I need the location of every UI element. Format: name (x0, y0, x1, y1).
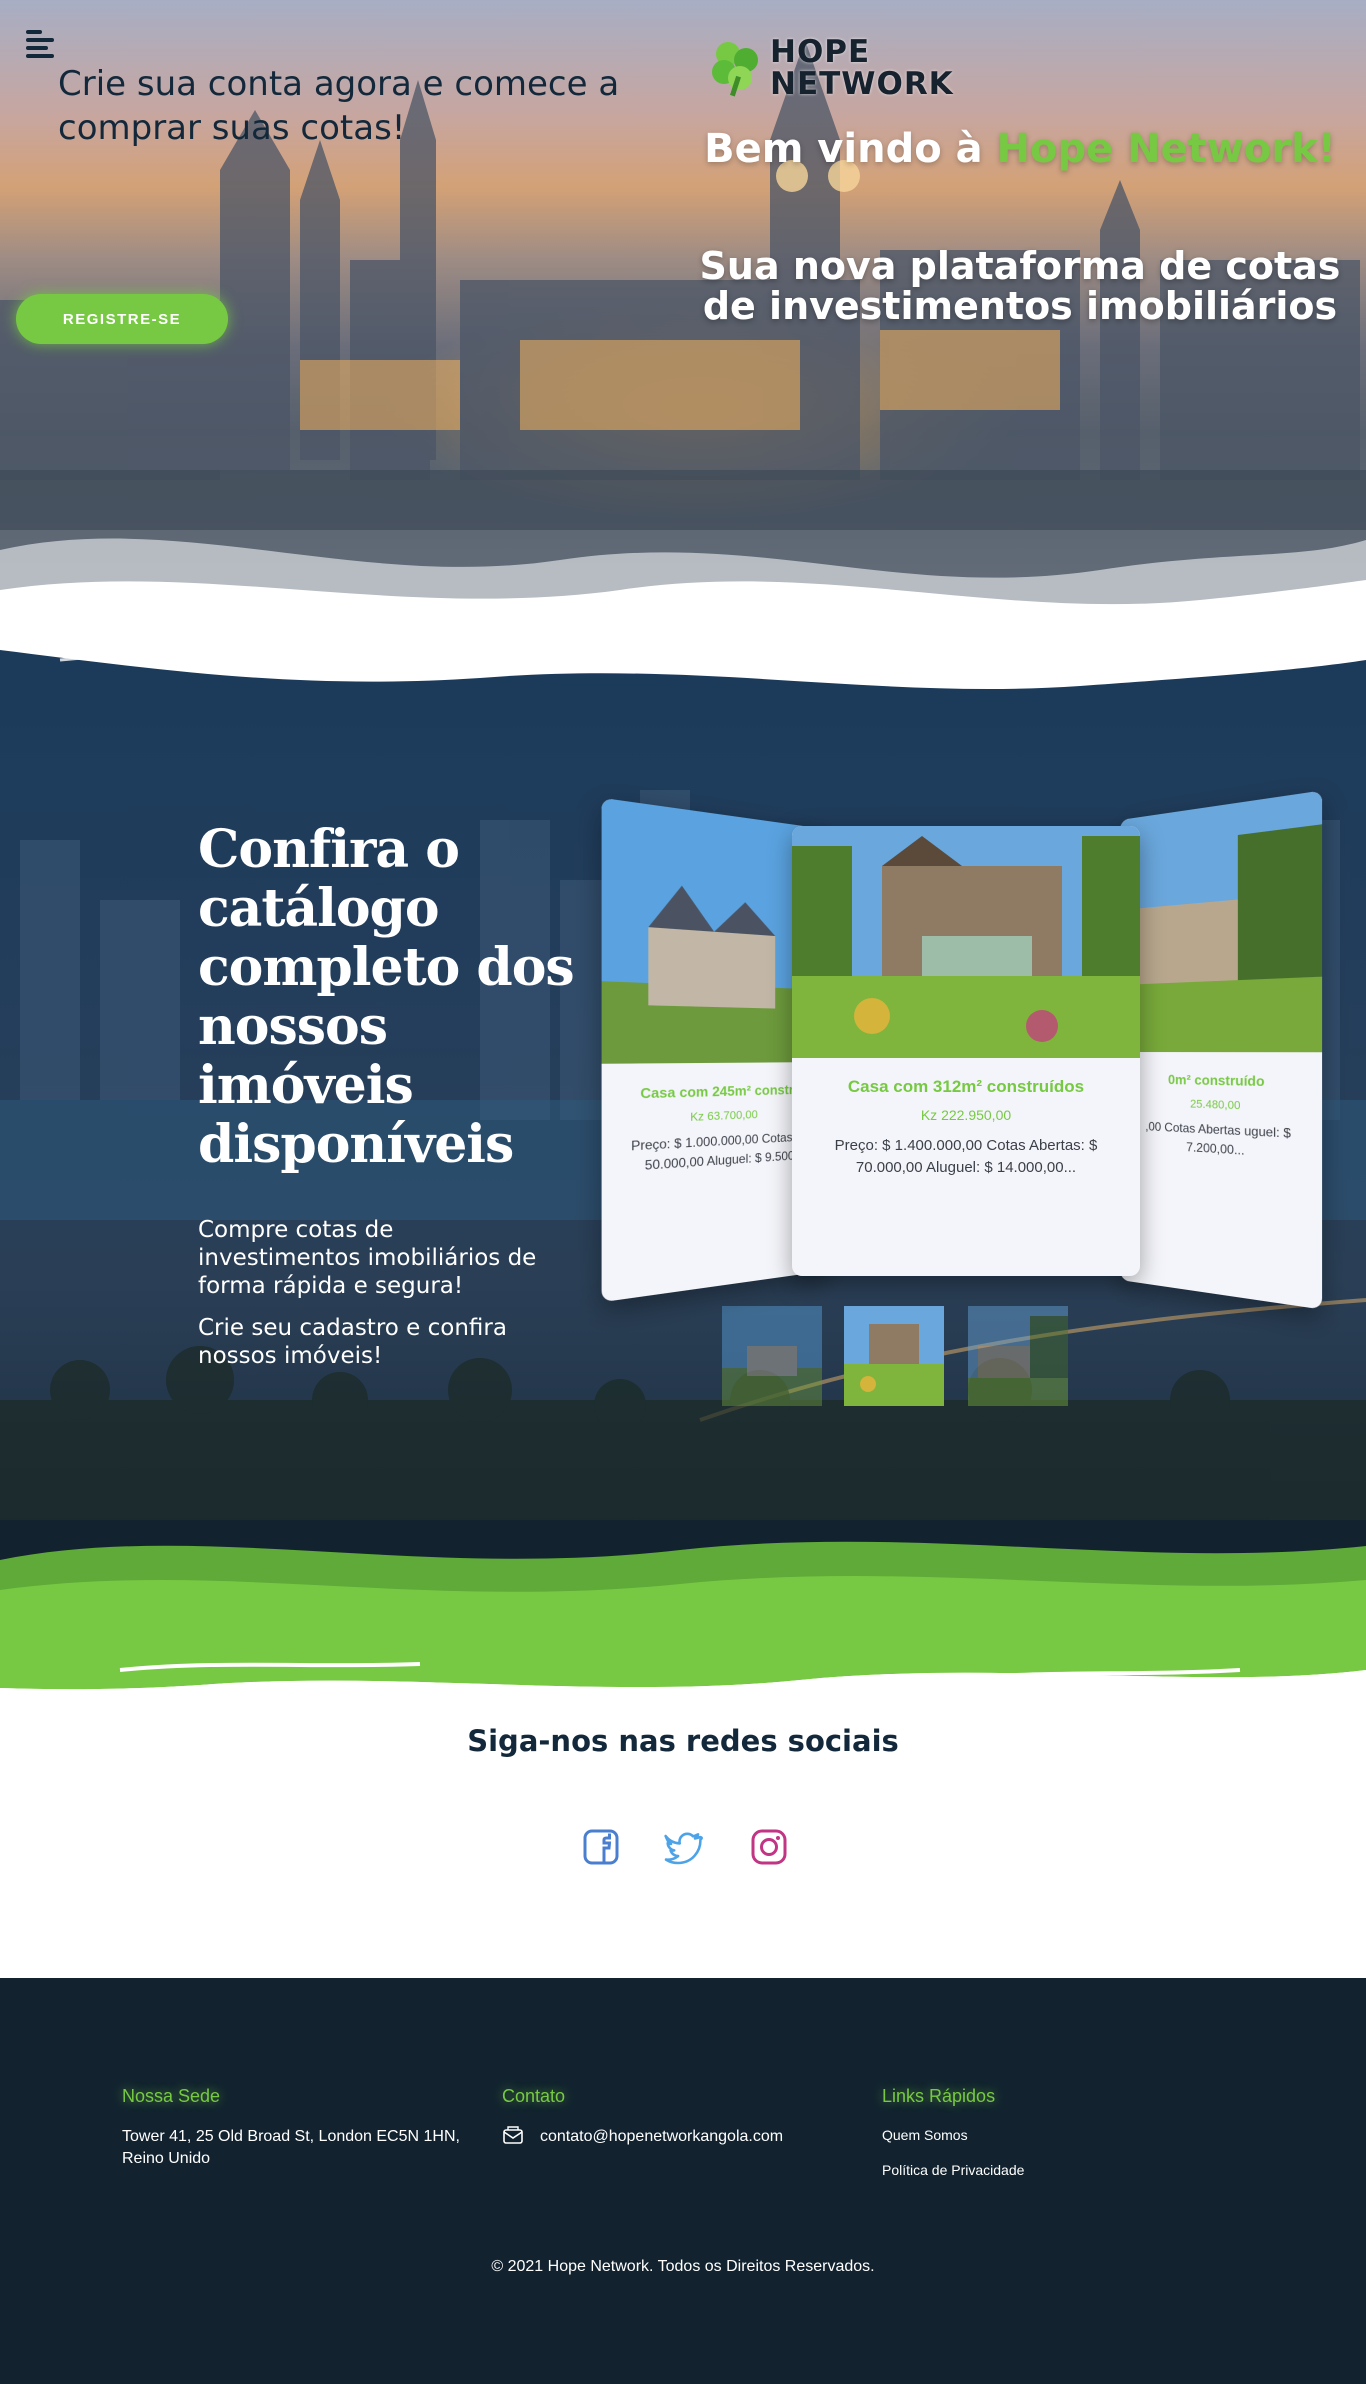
catalog-section: Confira o catálogo completo dos nossos i… (0, 700, 1366, 1526)
carousel-thumb-2[interactable] (844, 1306, 944, 1406)
property-card-right[interactable]: 0m² construído 25.480,00 ,00 Cotas Abert… (1120, 790, 1323, 1310)
footer-contact-email[interactable]: contato@hopenetworkangola.com (540, 2126, 783, 2148)
welcome-brand: Hope Network! (996, 126, 1336, 172)
catalog-signup-prompt: Crie seu cadastro e confira nossos imóve… (198, 1315, 507, 1369)
twitter-icon[interactable] (664, 1826, 706, 1868)
footer-link-privacy[interactable]: Política de Privacidade (882, 2162, 1024, 2178)
hero-subtitle: Sua nova plataforma de cotas de investim… (699, 244, 1341, 328)
register-button[interactable]: REGISTRE-SE (16, 294, 228, 344)
logo-line-1: HOPE (770, 34, 871, 70)
catalog-description: Compre cotas de investimentos imobiliári… (198, 1217, 537, 1299)
property-photo (792, 826, 1140, 1058)
hope-network-logo[interactable]: HOPE NETWORK (706, 36, 953, 102)
property-price: Kz 222.950,00 (920, 1107, 1012, 1123)
clover-logo-icon (712, 42, 758, 97)
property-title: Casa com 312m² construídos (847, 1077, 1085, 1096)
footer-hq-address: Tower 41, 25 Old Broad St, London EC5N 1… (122, 2128, 460, 2167)
welcome-heading: Bem vindo à Hope Network! (700, 126, 1340, 172)
welcome-prefix: Bem vindo à (704, 126, 997, 172)
hamburger-menu-icon[interactable] (26, 30, 56, 58)
property-title: 0m² construído (1168, 1071, 1265, 1090)
property-photo (1120, 790, 1323, 1053)
logo-wordmark: HOPE NETWORK (770, 36, 954, 100)
footer-link-about[interactable]: Quem Somos (882, 2127, 968, 2143)
hero-cta-title: Crie sua conta agora e comece a comprar … (58, 64, 620, 148)
white-wave-divider (0, 538, 1366, 730)
footer-hq-title: Nossa Sede (122, 2086, 221, 2106)
page-footer (0, 1978, 1366, 2384)
property-description: Preço: $ 1.400.000,00 Cotas Abertas: $ 7… (834, 1137, 1098, 1176)
instagram-icon[interactable] (748, 1826, 790, 1868)
social-links (580, 1826, 790, 1872)
property-card-featured[interactable]: Casa com 312m² construídos Kz 222.950,00… (792, 826, 1140, 1276)
property-description: ,00 Cotas Abertas uguel: $ 7.200,00... (1145, 1119, 1291, 1158)
catalog-title: Confira o catálogo completo dos nossos i… (198, 819, 575, 1175)
facebook-icon[interactable] (580, 1826, 622, 1868)
footer-copyright: © 2021 Hope Network. Todos os Direitos R… (491, 2258, 875, 2275)
social-section-title: Siga-nos nas redes sociais (467, 1724, 899, 1758)
carousel-thumb-1[interactable] (722, 1306, 822, 1406)
footer-contact-title: Contato (502, 2086, 566, 2106)
green-wave-divider (0, 1520, 1366, 1740)
carousel-thumb-3[interactable] (968, 1306, 1068, 1406)
property-price: 25.480,00 (1190, 1098, 1241, 1113)
logo-line-2: NETWORK (770, 66, 954, 102)
envelope-icon (503, 2126, 523, 2144)
footer-links-title: Links Rápidos (882, 2086, 996, 2106)
